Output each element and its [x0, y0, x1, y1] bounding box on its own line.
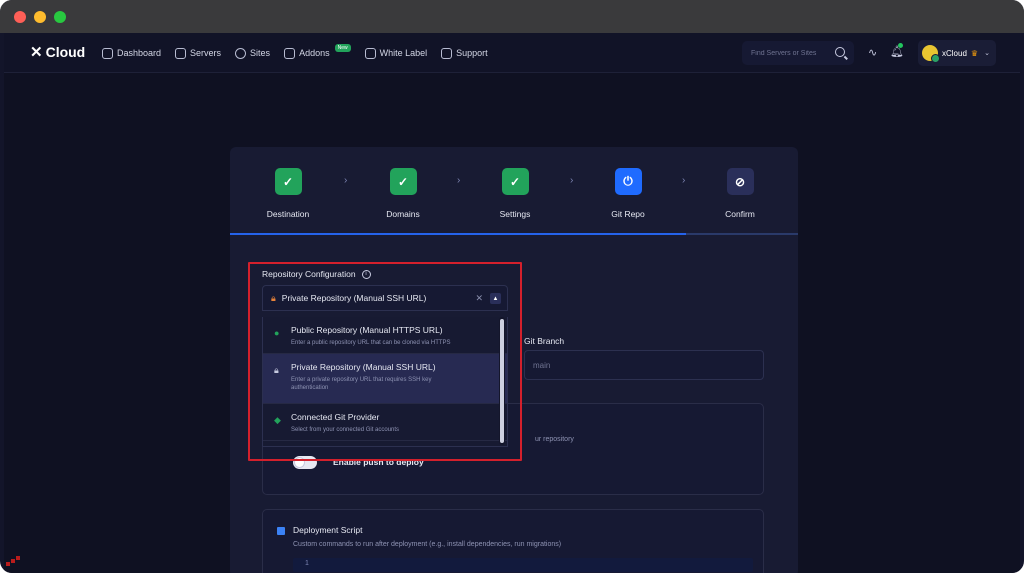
nav-label: Sites	[250, 48, 271, 58]
check-icon: ✓	[274, 168, 302, 195]
step-label: Git Repo	[611, 209, 645, 219]
search-icon[interactable]	[835, 47, 845, 57]
nav-item-sites[interactable]: Sites	[235, 47, 271, 59]
window-titlebar	[0, 0, 1024, 33]
stepper-progress-track	[686, 233, 798, 235]
avatar	[922, 45, 940, 63]
circle-check-icon: ⊘	[726, 168, 754, 195]
line-number: 1	[305, 560, 309, 567]
dropdown-scrollbar[interactable]	[499, 317, 505, 445]
logo-text: Cloud	[45, 44, 86, 60]
option-public-repo[interactable]: ● Public Repository (Manual HTTPS URL) E…	[263, 317, 507, 354]
nav-menu: Dashboard Servers Sites Addons New White…	[102, 33, 488, 73]
toggle-label: Enable push to deploy	[333, 457, 424, 467]
user-menu[interactable]: xCloud ♛ ⌄	[918, 40, 996, 66]
nav-label: Servers	[190, 48, 222, 58]
deployment-title: Deployment Script	[293, 525, 363, 535]
step-confirm[interactable]: ⊘ Confirm	[690, 168, 790, 219]
step-label: Domains	[386, 209, 420, 219]
activity-icon[interactable]: ∿	[868, 46, 877, 59]
option-desc: Select from your connected Git accounts	[291, 427, 400, 433]
clear-icon[interactable]: ✕	[475, 293, 483, 304]
git-icon: ◆	[274, 415, 281, 425]
globe-icon: ●	[274, 328, 280, 338]
step-label: Confirm	[725, 209, 755, 219]
step-settings[interactable]: ✓ Settings	[465, 168, 565, 219]
repo-config-select[interactable]: 🔒︎ Private Repository (Manual SSH URL) ✕…	[262, 285, 508, 311]
repo-config-label-text: Repository Configuration	[262, 269, 356, 279]
stepper: ✓ Destination › ✓ Domains › ✓ Settings ›…	[230, 147, 798, 235]
repo-config-dropdown: ● Public Repository (Manual HTTPS URL) E…	[262, 317, 508, 447]
check-icon: ✓	[501, 168, 529, 195]
nav-item-support[interactable]: Support	[441, 47, 488, 59]
option-title: Public Repository (Manual HTTPS URL)	[291, 325, 443, 335]
app-window: ✕ Cloud Dashboard Servers Sites Addons N…	[0, 0, 1024, 573]
setup-card: ✓ Destination › ✓ Domains › ✓ Settings ›…	[230, 147, 798, 573]
servers-icon	[175, 47, 187, 59]
option-title: Connected Git Provider	[291, 412, 380, 422]
chevron-right-icon: ›	[570, 175, 574, 186]
app-content: ✕ Cloud Dashboard Servers Sites Addons N…	[4, 33, 1020, 573]
nav-item-servers[interactable]: Servers	[175, 47, 222, 59]
option-git-provider[interactable]: ◆ Connected Git Provider Select from you…	[263, 404, 507, 441]
push-to-deploy-toggle[interactable]	[293, 456, 317, 469]
step-label: Settings	[499, 209, 531, 219]
top-navbar: ✕ Cloud Dashboard Servers Sites Addons N…	[4, 33, 1020, 73]
info-icon[interactable]: i	[361, 269, 371, 279]
step-destination[interactable]: ✓ Destination	[238, 168, 338, 219]
chevron-right-icon: ›	[682, 175, 686, 186]
support-icon	[441, 47, 453, 59]
close-window-button[interactable]	[14, 11, 26, 23]
deployment-script-box: Deployment Script Custom commands to run…	[262, 509, 764, 573]
terminal-icon	[277, 527, 285, 535]
option-desc: Enter a public repository URL that can b…	[291, 340, 451, 346]
chevron-right-icon: ›	[457, 175, 461, 186]
step-domains[interactable]: ✓ Domains	[353, 168, 453, 219]
nav-label: Addons	[299, 48, 330, 58]
notification-dot	[898, 43, 903, 48]
lock-icon: 🔒︎	[274, 365, 279, 375]
search-box	[742, 41, 854, 65]
check-icon: ✓	[389, 168, 417, 195]
nav-label: Support	[456, 48, 488, 58]
chevron-right-icon: ›	[344, 175, 348, 186]
option-title: Private Repository (Manual SSH URL)	[291, 362, 436, 372]
git-branch-input[interactable]	[524, 350, 764, 380]
globe-icon	[235, 47, 247, 59]
deployment-desc: Custom commands to run after deployment …	[293, 541, 562, 548]
selected-value: Private Repository (Manual SSH URL)	[281, 293, 427, 303]
script-editor[interactable]: 1	[293, 558, 753, 572]
white-label-icon	[364, 47, 376, 59]
nav-label: White Label	[379, 48, 428, 58]
chevron-down-icon: ⌄	[984, 50, 990, 57]
search-input[interactable]	[751, 49, 835, 57]
puzzle-icon	[284, 47, 296, 59]
plug-icon: ⏻	[614, 168, 642, 195]
repo-config-label: Repository Configuration i	[262, 269, 371, 279]
new-badge: New	[334, 44, 351, 52]
nav-item-white-label[interactable]: White Label	[364, 47, 428, 59]
step-label: Destination	[266, 209, 310, 219]
dashboard-icon	[102, 47, 113, 59]
step-git-repo[interactable]: ⏻ Git Repo	[578, 168, 678, 219]
repo-desc: ur repository	[535, 436, 574, 443]
stepper-progress-bar	[230, 233, 686, 235]
minimize-window-button[interactable]	[34, 11, 46, 23]
maximize-window-button[interactable]	[54, 11, 66, 23]
lock-icon: 🔒︎	[271, 292, 276, 303]
crown-icon: ♛	[970, 48, 979, 58]
nav-label: Dashboard	[117, 48, 162, 58]
scrollbar-thumb[interactable]	[500, 319, 504, 443]
user-name: xCloud	[942, 48, 967, 58]
git-branch-label: Git Branch	[524, 336, 565, 346]
caret-up-icon[interactable]: ▲	[490, 293, 501, 304]
logo[interactable]: ✕ Cloud	[30, 43, 85, 61]
logo-icon: ✕	[30, 44, 43, 61]
option-desc: Enter a private repository URL that requ…	[291, 377, 432, 391]
nav-item-dashboard[interactable]: Dashboard	[102, 47, 162, 59]
corner-logo-mark	[6, 556, 20, 568]
option-private-repo[interactable]: 🔒︎ Private Repository (Manual SSH URL) E…	[263, 354, 507, 404]
nav-item-addons[interactable]: Addons New	[284, 44, 351, 59]
